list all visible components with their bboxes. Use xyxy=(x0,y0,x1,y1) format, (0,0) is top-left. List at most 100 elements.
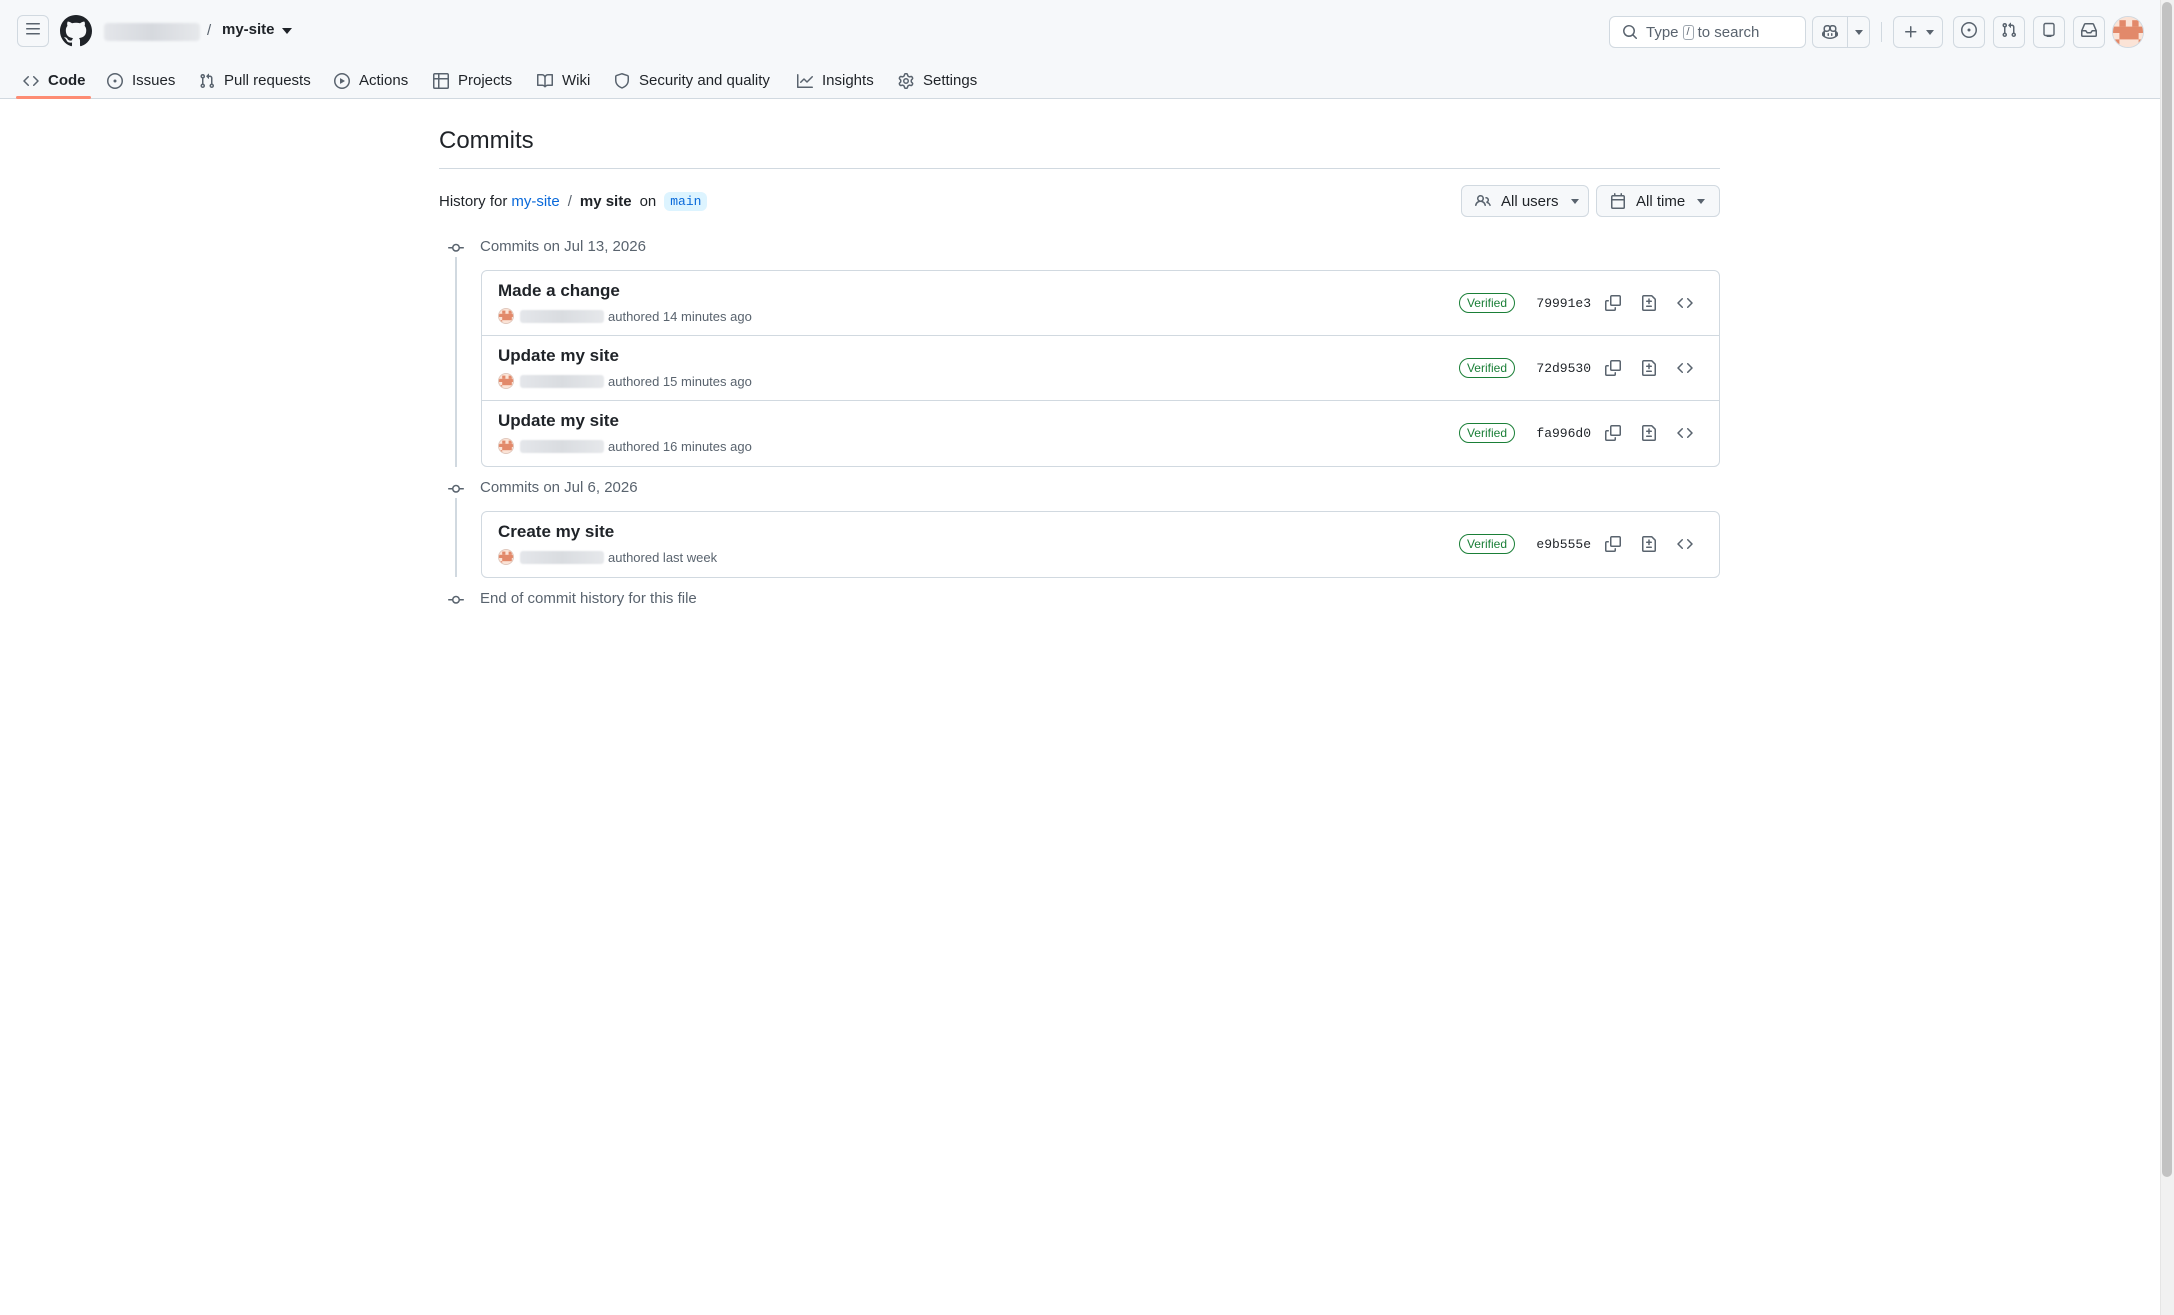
commit-authored-time: authored 15 minutes ago xyxy=(608,373,752,389)
commit-authored-time: authored last week xyxy=(608,549,718,565)
menu-button[interactable] xyxy=(17,15,49,47)
button-divider xyxy=(1847,16,1848,48)
copilot-icon xyxy=(1822,24,1838,40)
commit-row: Update my site authored 15 minutes ago V… xyxy=(482,336,1719,401)
tab-security[interactable]: Security and quality xyxy=(614,62,770,99)
tab-pull-requests[interactable]: Pull requests xyxy=(199,62,311,99)
plus-icon xyxy=(1903,24,1919,40)
github-logo-icon[interactable] xyxy=(59,15,92,47)
author-name-redacted[interactable] xyxy=(520,439,604,453)
code-icon[interactable] xyxy=(1671,289,1699,317)
users-filter-button[interactable]: All users xyxy=(1461,185,1589,217)
users-filter-label: All users xyxy=(1501,192,1559,210)
commit-icon xyxy=(447,480,465,498)
commit-message-link[interactable]: Made a change xyxy=(498,281,620,301)
timeline-line xyxy=(455,497,457,577)
tab-insights[interactable]: Insights xyxy=(797,62,874,99)
commit-message-link[interactable]: Update my site xyxy=(498,346,619,366)
pull-request-icon xyxy=(199,73,215,89)
pull-requests-button[interactable] xyxy=(1993,16,2025,48)
commit-meta: authored 16 minutes ago xyxy=(498,438,752,454)
timeline-line xyxy=(455,257,457,467)
history-separator: / xyxy=(567,192,572,210)
commit-row: Made a change authored 14 minutes ago Ve… xyxy=(482,271,1719,336)
chevron-down-icon[interactable] xyxy=(282,28,292,34)
tab-issues[interactable]: Issues xyxy=(107,62,175,99)
copy-icon[interactable] xyxy=(1599,419,1627,447)
commit-list: Made a change authored 14 minutes ago Ve… xyxy=(481,270,1720,467)
chevron-down-icon xyxy=(1697,198,1706,204)
history-on-text: on xyxy=(639,192,657,210)
copy-icon[interactable] xyxy=(1599,289,1627,317)
tab-label: Actions xyxy=(359,72,409,89)
commit-sha-link[interactable]: 79991e3 xyxy=(1535,296,1591,311)
tab-label: Pull requests xyxy=(224,72,311,89)
tab-settings[interactable]: Settings xyxy=(898,62,977,99)
file-diff-icon[interactable] xyxy=(1635,289,1663,317)
history-repo-link[interactable]: my-site xyxy=(511,193,559,210)
commit-sha-link[interactable]: 72d9530 xyxy=(1535,361,1591,376)
notifications-button[interactable] xyxy=(2073,16,2105,48)
file-diff-icon[interactable] xyxy=(1635,419,1663,447)
author-name-redacted[interactable] xyxy=(520,550,604,564)
scrollbar-thumb[interactable] xyxy=(2162,2,2172,1177)
tab-label: Insights xyxy=(822,72,874,89)
user-avatar[interactable] xyxy=(2112,16,2144,48)
time-filter-button[interactable]: All time xyxy=(1596,185,1720,217)
table-icon xyxy=(433,72,449,89)
author-name-redacted[interactable] xyxy=(520,374,604,388)
author-avatar[interactable] xyxy=(498,373,514,389)
create-new-button[interactable] xyxy=(1893,16,1943,48)
inbox-icon xyxy=(2081,22,2097,43)
tab-code[interactable]: Code xyxy=(23,62,86,99)
code-icon xyxy=(23,73,39,89)
issue-icon xyxy=(1961,21,1977,43)
commit-message-link[interactable]: Update my site xyxy=(498,411,619,431)
verified-badge[interactable]: Verified xyxy=(1458,534,1515,554)
book-icon xyxy=(537,73,553,89)
chevron-down-icon[interactable] xyxy=(1855,29,1863,35)
code-icon[interactable] xyxy=(1671,354,1699,382)
verified-badge[interactable]: Verified xyxy=(1458,358,1515,378)
repo-nav: Code Issues Pull requests Actions Projec… xyxy=(0,62,2160,99)
repo-name-link[interactable]: my-site xyxy=(222,21,275,38)
copy-icon[interactable] xyxy=(1599,354,1627,382)
gear-icon xyxy=(898,72,914,89)
commit-sha-link[interactable]: fa996d0 xyxy=(1535,426,1591,441)
issues-button[interactable] xyxy=(1953,16,1985,48)
author-name-redacted[interactable] xyxy=(520,309,604,323)
file-diff-icon[interactable] xyxy=(1635,354,1663,382)
copy-icon[interactable] xyxy=(1599,530,1627,558)
tab-wiki[interactable]: Wiki xyxy=(537,62,590,99)
branch-badge[interactable]: main xyxy=(664,191,708,211)
history-prefix: History for xyxy=(439,192,508,210)
file-diff-icon[interactable] xyxy=(1635,530,1663,558)
author-avatar[interactable] xyxy=(498,549,514,565)
search-input[interactable]: Type / to search xyxy=(1609,16,1806,48)
tab-label: Code xyxy=(48,72,86,89)
active-tab-indicator xyxy=(16,96,91,99)
copilot-chat-button[interactable] xyxy=(2033,16,2065,48)
commit-row: Update my site authored 16 minutes ago V… xyxy=(482,401,1719,466)
graph-icon xyxy=(797,73,813,89)
pull-request-icon xyxy=(2001,22,2017,43)
author-avatar[interactable] xyxy=(498,438,514,454)
people-icon xyxy=(1475,193,1491,209)
tab-label: Settings xyxy=(923,72,978,89)
owner-name-redacted[interactable] xyxy=(104,23,200,41)
chevron-down-icon xyxy=(1570,198,1579,204)
commit-message-link[interactable]: Create my site xyxy=(498,522,614,542)
verified-badge[interactable]: Verified xyxy=(1458,423,1515,443)
tab-projects[interactable]: Projects xyxy=(433,62,512,99)
verified-badge[interactable]: Verified xyxy=(1458,293,1515,313)
tab-actions[interactable]: Actions xyxy=(334,62,408,99)
commit-icon xyxy=(447,591,465,609)
commit-meta: authored last week xyxy=(498,549,717,565)
commit-group-date: Commits on Jul 6, 2026 xyxy=(480,479,638,496)
commit-sha-link[interactable]: e9b555e xyxy=(1535,537,1591,552)
code-icon[interactable] xyxy=(1671,419,1699,447)
copilot-button[interactable] xyxy=(1812,16,1870,48)
code-icon[interactable] xyxy=(1671,530,1699,558)
commit-actions: Verified 72d9530 xyxy=(1458,354,1699,382)
author-avatar[interactable] xyxy=(498,308,514,324)
